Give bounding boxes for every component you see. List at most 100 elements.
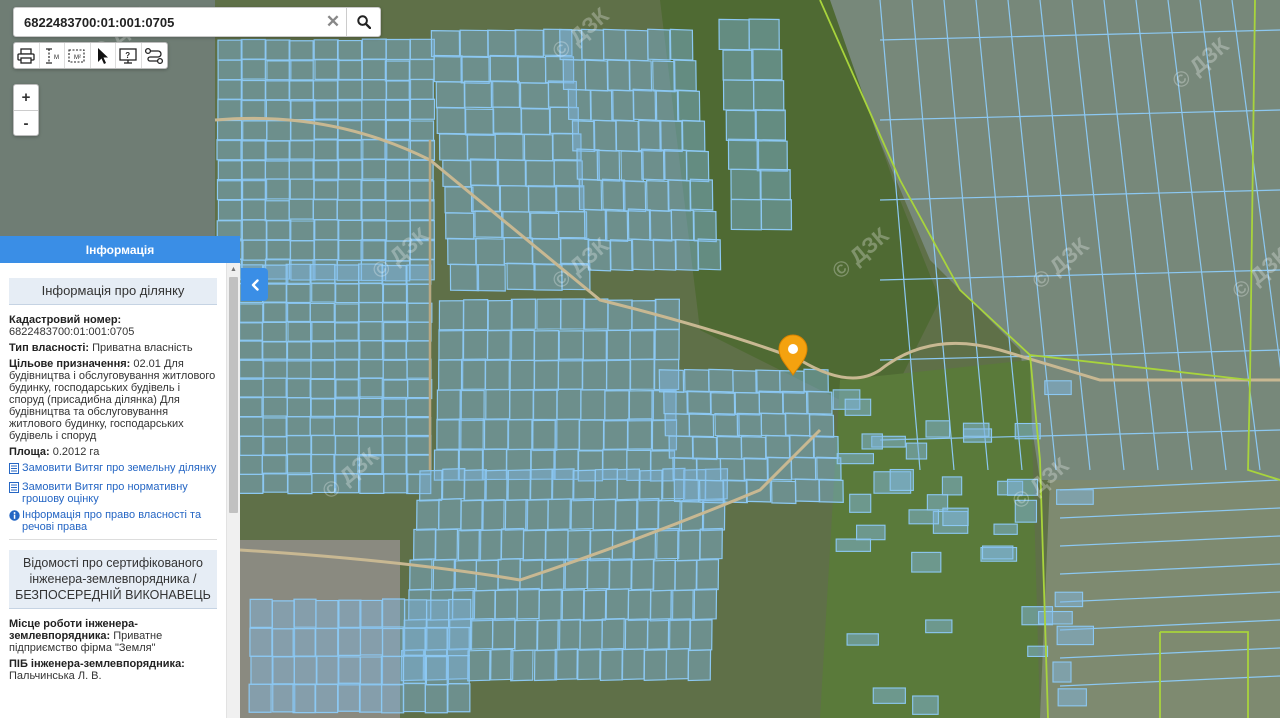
land-parcel: [241, 139, 267, 161]
land-parcel: [628, 390, 655, 422]
panel-scrollbar[interactable]: ▲: [226, 263, 240, 718]
search-button[interactable]: [346, 8, 380, 36]
measure-area-icon: M²: [68, 48, 85, 63]
land-parcel: [384, 98, 411, 121]
ownership-rights-link[interactable]: Інформація про право власності та речові…: [9, 509, 217, 533]
land-parcel: [484, 469, 508, 502]
land-parcel: [807, 390, 833, 415]
land-parcel: [593, 119, 617, 152]
land-parcel: [476, 263, 506, 292]
land-parcel: [469, 158, 500, 187]
order-valuation-link[interactable]: Замовити Витяг про нормативну грошову оц…: [9, 481, 217, 505]
land-parcel: [359, 626, 384, 656]
land-parcel: [646, 618, 671, 650]
land-parcel: [844, 398, 872, 416]
cadastral-number-label: Кадастровий номер:: [9, 314, 122, 326]
land-parcel: [434, 528, 459, 561]
order-extract-label[interactable]: Замовити Витяг про земельну ділянку: [22, 462, 216, 477]
measure-distance-button[interactable]: M: [40, 43, 65, 68]
land-parcel: [734, 391, 761, 416]
land-parcel: [756, 140, 788, 172]
land-parcel: [578, 419, 605, 451]
land-parcel: [730, 198, 762, 231]
land-parcel: [509, 359, 535, 392]
land-parcel: [438, 300, 465, 332]
ownership-rights-label[interactable]: Інформація про право власності та речові…: [22, 509, 217, 533]
land-parcel: [264, 158, 290, 180]
land-parcel: [601, 178, 626, 211]
land-parcel: [264, 140, 290, 162]
select-pointer-button[interactable]: [91, 43, 116, 68]
land-parcel: [631, 558, 655, 591]
zoom-out-button[interactable]: -: [14, 110, 38, 135]
land-parcel: [571, 120, 596, 153]
land-parcel: [357, 377, 383, 398]
land-parcel: [572, 469, 596, 502]
route-button[interactable]: [142, 43, 168, 68]
scroll-thumb[interactable]: [229, 277, 238, 513]
map-pin-dot: [788, 344, 798, 354]
land-parcel: [385, 119, 411, 142]
purpose-field: Цільове призначення: 02.01 Для будівницт…: [9, 358, 217, 442]
land-parcel: [313, 139, 339, 161]
cadastral-number-value: 6822483700:01:001:0705: [9, 326, 135, 338]
order-valuation-label[interactable]: Замовити Витяг про нормативну грошову оц…: [22, 481, 217, 505]
print-button[interactable]: [14, 43, 40, 68]
order-extract-link[interactable]: Замовити Витяг про земельну ділянку: [9, 462, 217, 477]
land-parcel: [654, 328, 680, 361]
land-parcel: [240, 99, 266, 121]
land-parcel: [447, 237, 477, 266]
land-parcel: [292, 684, 316, 714]
land-parcel: [604, 210, 629, 243]
land-parcel: [381, 684, 405, 714]
land-parcel: [446, 626, 470, 657]
land-parcel: [487, 29, 517, 58]
land-parcel: [334, 282, 360, 304]
land-parcel: [675, 238, 699, 271]
land-parcel: [494, 133, 524, 162]
land-parcel: [527, 185, 558, 213]
land-parcel: [265, 39, 291, 61]
land-parcel: [453, 559, 477, 592]
land-parcel: [472, 589, 496, 622]
land-parcel: [570, 498, 594, 530]
zoom-in-button[interactable]: +: [14, 85, 38, 110]
land-parcel: [709, 392, 736, 416]
land-parcel: [664, 413, 690, 437]
land-parcel: [334, 264, 360, 285]
land-parcel: [289, 239, 316, 262]
land-parcel: [685, 150, 710, 183]
land-parcel: [556, 388, 582, 420]
land-parcel: [313, 160, 339, 182]
land-parcel: [631, 300, 657, 332]
land-parcel: [849, 493, 872, 513]
scroll-up-arrow[interactable]: ▲: [227, 263, 240, 275]
land-parcel: [673, 59, 697, 92]
collapse-panel-button[interactable]: [241, 268, 268, 301]
search-input[interactable]: [14, 8, 320, 36]
land-parcel: [266, 219, 292, 241]
land-parcel: [695, 457, 722, 482]
land-parcel: [492, 106, 522, 135]
land-parcel: [458, 418, 484, 450]
land-parcel: [554, 648, 578, 681]
land-parcel: [336, 139, 362, 162]
land-parcel: [519, 82, 550, 110]
land-parcel: [337, 682, 361, 712]
land-parcel: [238, 303, 264, 324]
land-parcel: [590, 89, 614, 122]
land-parcel: [362, 138, 388, 161]
land-parcel: [358, 683, 383, 713]
land-parcel: [310, 378, 336, 399]
land-parcel: [536, 619, 561, 652]
land-parcel: [361, 79, 387, 101]
land-parcel: [718, 18, 750, 51]
measure-area-button[interactable]: M²: [65, 43, 91, 68]
land-parcel: [510, 298, 537, 330]
clear-search-icon[interactable]: ✕: [320, 8, 346, 36]
land-parcel: [752, 79, 785, 112]
identify-button[interactable]: ?: [116, 43, 142, 68]
land-parcel: [262, 472, 289, 493]
land-parcel: [514, 29, 544, 57]
land-parcel: [622, 180, 647, 213]
